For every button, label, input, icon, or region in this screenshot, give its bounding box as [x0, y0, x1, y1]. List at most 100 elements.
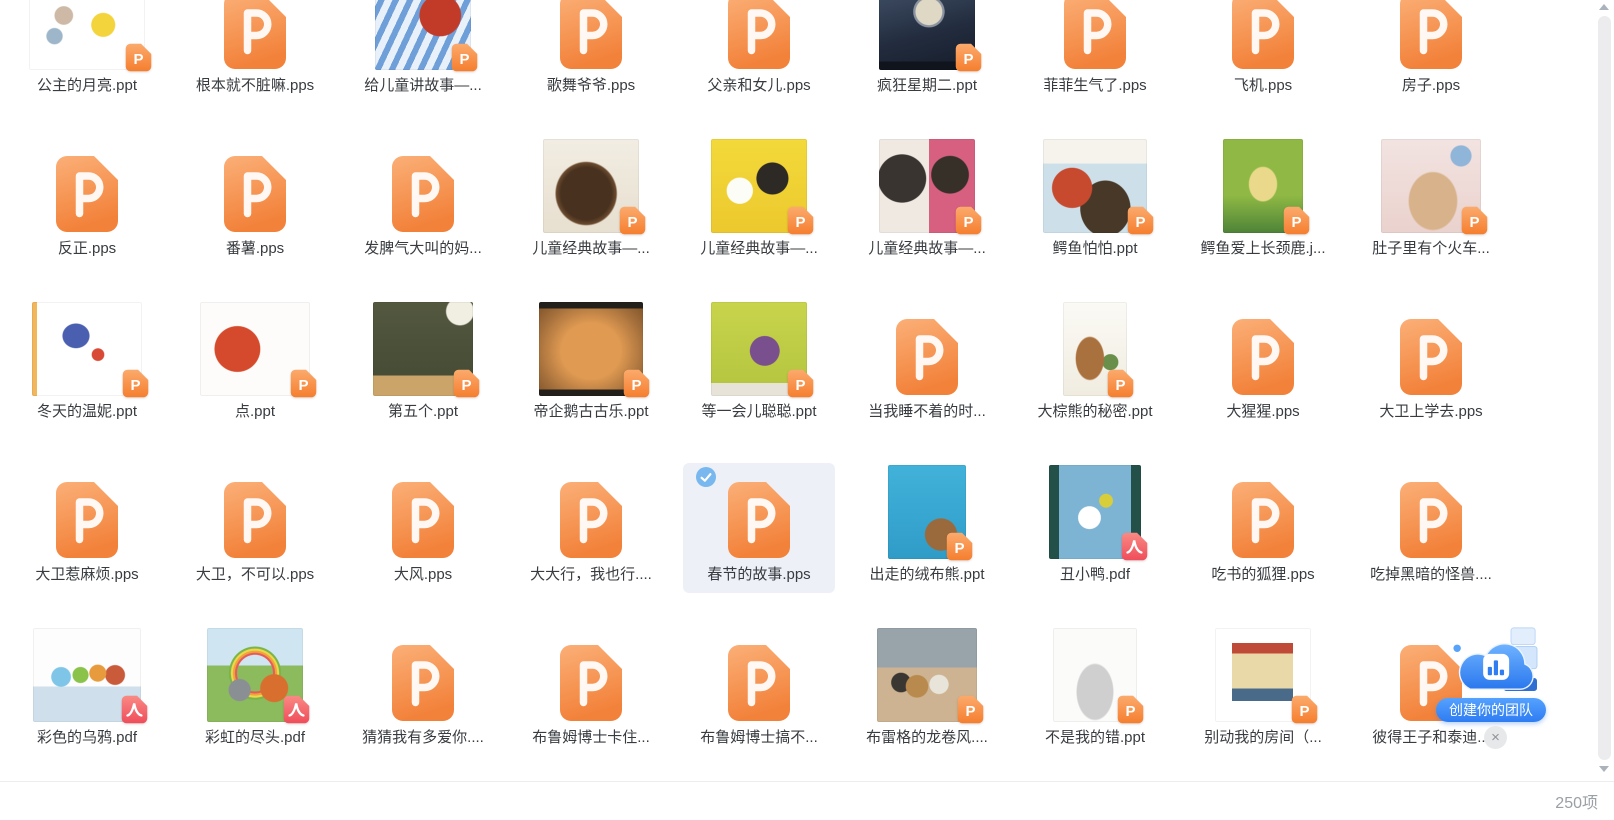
file-item[interactable]: P 鳄鱼怕怕.ppt [1019, 137, 1171, 300]
ppt-file-icon [1063, 0, 1127, 70]
file-card: P 儿童经典故事—... [683, 137, 835, 267]
file-name: 大猩猩.pps [1187, 402, 1339, 422]
file-item[interactable]: P 第五个.ppt [347, 300, 499, 463]
file-item[interactable]: 彩色的乌鸦.pdf [11, 626, 163, 780]
ppt-badge-icon: P [619, 206, 646, 235]
ppt-file-icon [727, 0, 791, 70]
file-name: 不是我的错.ppt [1019, 728, 1171, 748]
file-item[interactable]: 番薯.pps [179, 137, 331, 300]
file-item[interactable]: 反正.pps [11, 137, 163, 300]
file-item[interactable]: P 鳄鱼爱上长颈鹿.j... [1187, 137, 1339, 300]
file-item[interactable]: 飞机.pps [1187, 0, 1339, 137]
file-name: 反正.pps [11, 239, 163, 259]
file-item[interactable]: 彩虹的尽头.pdf [179, 626, 331, 780]
file-thumbnail: P [1381, 139, 1481, 233]
file-item[interactable]: P 帝企鹅古古乐.ppt [515, 300, 667, 463]
file-item[interactable]: 当我睡不着的时... [851, 300, 1003, 463]
file-item[interactable]: P 给儿童讲故事—... [347, 0, 499, 137]
file-card: P 大棕熊的秘密.ppt [1019, 300, 1171, 430]
status-bar: 250项 [0, 781, 1614, 820]
file-name: 儿童经典故事—... [851, 239, 1003, 259]
ppt-badge-icon: P [1117, 695, 1144, 724]
file-name: 儿童经典故事—... [683, 239, 835, 259]
file-card: 猜猜我有多爱你.... [347, 626, 499, 756]
file-item[interactable]: 春节的故事.pps [683, 463, 835, 626]
file-item[interactable]: P 疯狂星期二.ppt [851, 0, 1003, 137]
ppt-file-icon [55, 481, 119, 559]
ppt-badge-icon: P [125, 43, 152, 72]
file-name: 布雷格的龙卷风.... [851, 728, 1003, 748]
file-item[interactable]: 大卫惹麻烦.pps [11, 463, 163, 626]
file-name: 发脾气大叫的妈... [347, 239, 499, 259]
file-name: 大风.pps [347, 565, 499, 585]
ppt-file-icon [223, 155, 287, 233]
thumb-area [515, 626, 667, 722]
file-item[interactable]: P 儿童经典故事—... [683, 137, 835, 300]
file-item[interactable]: P 儿童经典故事—... [851, 137, 1003, 300]
scrollbar-thumb[interactable] [1598, 16, 1611, 760]
scroll-up-arrow-icon[interactable] [1599, 4, 1609, 10]
thumb-area [179, 463, 331, 559]
thumb-area: P [683, 137, 835, 233]
file-item[interactable]: 丑小鸭.pdf [1019, 463, 1171, 626]
file-item[interactable]: 根本就不脏嘛.pps [179, 0, 331, 137]
file-item[interactable]: P 儿童经典故事—... [515, 137, 667, 300]
file-item[interactable]: 父亲和女儿.pps [683, 0, 835, 137]
file-item[interactable]: P 别动我的房间（... [1187, 626, 1339, 780]
file-name: 肚子里有个火车... [1355, 239, 1507, 259]
file-item[interactable]: 大猩猩.pps [1187, 300, 1339, 463]
ppt-badge-icon: P [623, 369, 650, 398]
file-item[interactable]: 吃书的狐狸.pps [1187, 463, 1339, 626]
file-card: 根本就不脏嘛.pps [179, 0, 331, 104]
file-item[interactable]: 大卫，不可以.pps [179, 463, 331, 626]
promo-close-button[interactable]: × [1484, 726, 1507, 749]
file-item[interactable]: P 布雷格的龙卷风.... [851, 626, 1003, 780]
ppt-badge-icon: P [787, 369, 814, 398]
file-item[interactable]: P 等一会儿聪聪.ppt [683, 300, 835, 463]
file-item[interactable]: 猜猜我有多爱你.... [347, 626, 499, 780]
selected-check-icon[interactable] [696, 467, 716, 487]
file-card: 反正.pps [11, 137, 163, 267]
ppt-file-icon [223, 481, 287, 559]
file-item[interactable]: 歌舞爷爷.pps [515, 0, 667, 137]
file-item[interactable]: P 肚子里有个火车... [1355, 137, 1507, 300]
file-name: 等一会儿聪聪.ppt [683, 402, 835, 422]
file-item[interactable]: 布鲁姆博士卡住... [515, 626, 667, 780]
ppt-file-icon [559, 644, 623, 722]
file-item[interactable]: P 公主的月亮.ppt [11, 0, 163, 137]
ppt-badge-icon: P [957, 695, 984, 724]
thumb-area: P [11, 300, 163, 396]
svg-text:P: P [1135, 214, 1145, 231]
svg-text:P: P [1125, 703, 1135, 720]
team-promo[interactable]: 创建你的团队 [1432, 598, 1562, 728]
file-card: 发脾气大叫的妈... [347, 137, 499, 267]
file-card: 丑小鸭.pdf [1019, 463, 1171, 593]
thumb-area [1355, 463, 1507, 559]
file-thumbnail: P [373, 302, 473, 396]
file-item[interactable]: 布鲁姆博士搞不... [683, 626, 835, 780]
file-item[interactable]: P 点.ppt [179, 300, 331, 463]
file-item[interactable]: P 冬天的温妮.ppt [11, 300, 163, 463]
file-item[interactable]: P 出走的绒布熊.ppt [851, 463, 1003, 626]
file-item[interactable]: 大卫上学去.pps [1355, 300, 1507, 463]
file-name: 猜猜我有多爱你.... [347, 728, 499, 748]
file-item[interactable]: P 不是我的错.ppt [1019, 626, 1171, 780]
file-item[interactable]: 菲菲生气了.pps [1019, 0, 1171, 137]
svg-text:P: P [459, 51, 469, 68]
file-item[interactable]: 发脾气大叫的妈... [347, 137, 499, 300]
file-name: 疯狂星期二.ppt [851, 76, 1003, 96]
svg-text:P: P [631, 377, 641, 394]
file-card: P 冬天的温妮.ppt [11, 300, 163, 430]
file-item[interactable]: P 大棕熊的秘密.ppt [1019, 300, 1171, 463]
create-team-button[interactable]: 创建你的团队 [1436, 698, 1546, 722]
ppt-badge-icon: P [1127, 206, 1154, 235]
scroll-down-arrow-icon[interactable] [1599, 766, 1609, 772]
file-name: 大大行，我也行.... [515, 565, 667, 585]
ppt-file-icon [559, 0, 623, 70]
file-thumbnail: P [879, 139, 975, 233]
file-thumbnail [1049, 465, 1141, 559]
file-item[interactable]: 大风.pps [347, 463, 499, 626]
file-item[interactable]: 房子.pps [1355, 0, 1507, 137]
file-card: 布鲁姆博士卡住... [515, 626, 667, 756]
file-item[interactable]: 大大行，我也行.... [515, 463, 667, 626]
